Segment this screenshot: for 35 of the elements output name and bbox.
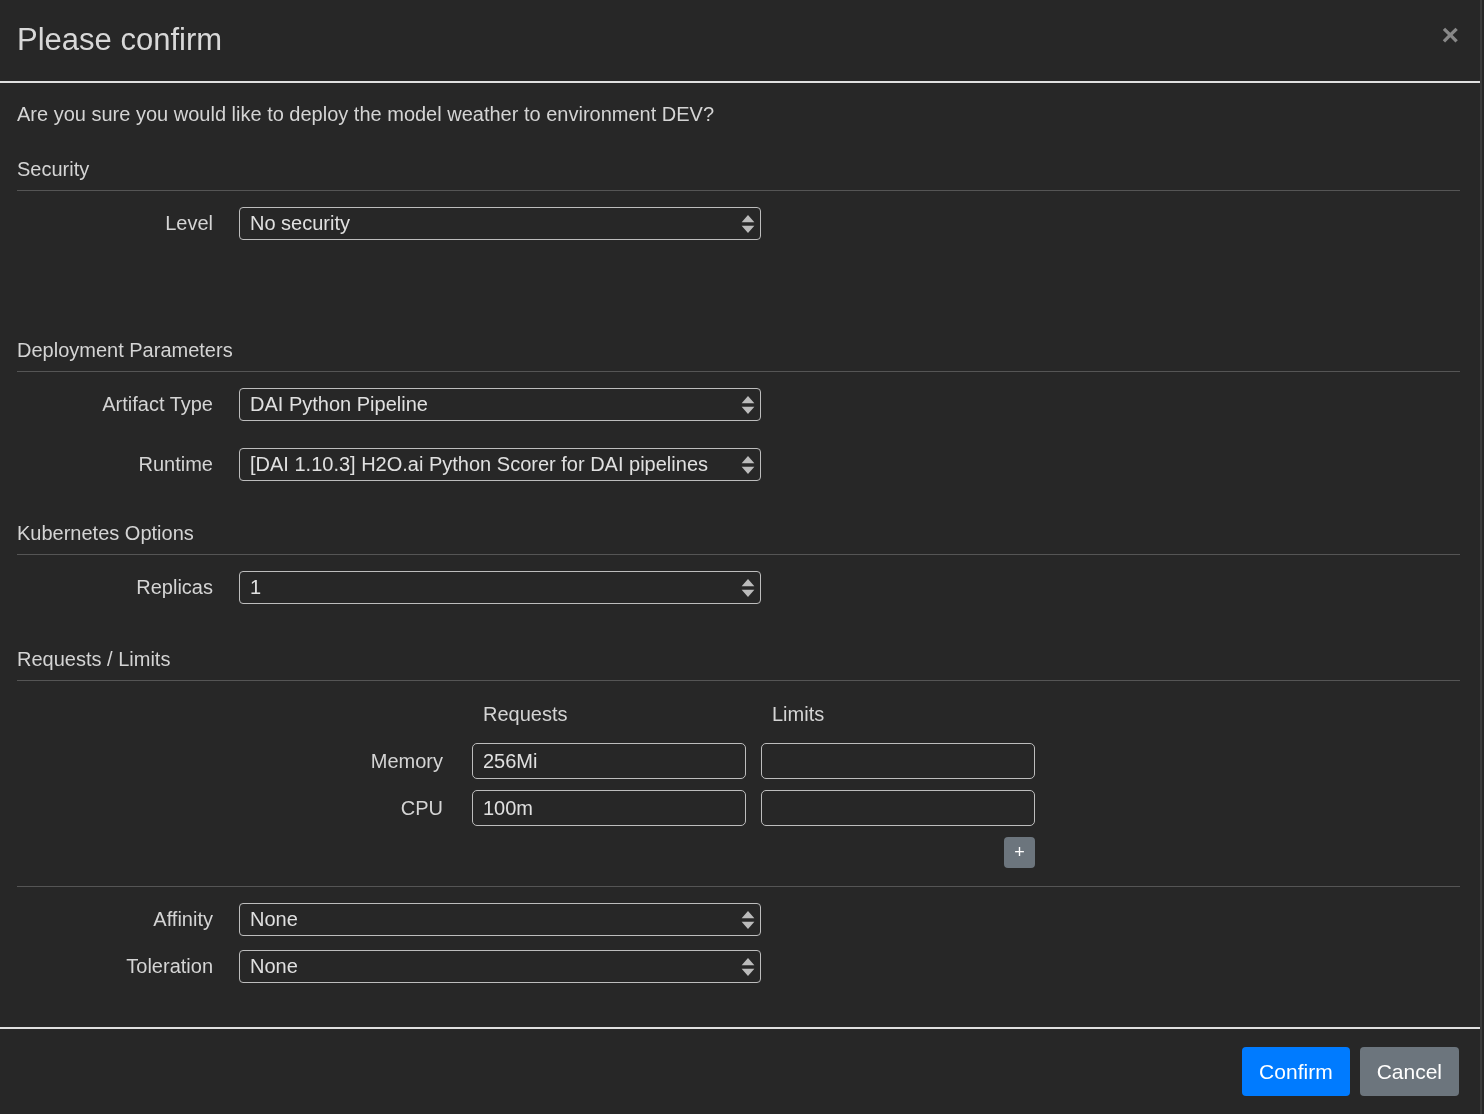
dialog-title: Please confirm (17, 21, 223, 58)
confirmation-message: Are you sure you would like to deploy the model weather to environment DEV? (17, 103, 716, 126)
select-dropdown[interactable]: No security (239, 207, 761, 240)
section-title: Requests / Limits (17, 648, 1460, 681)
requests-input[interactable]: 100m (472, 790, 746, 826)
limits-input[interactable] (761, 790, 1035, 826)
requests-input[interactable]: 256Mi (472, 743, 746, 779)
select-dropdown[interactable]: None (239, 903, 761, 936)
field-label: Memory (369, 749, 444, 773)
section-title: Security (17, 158, 1460, 191)
up-down-arrows-icon (740, 394, 756, 415)
column-heading: Limits (771, 703, 826, 727)
confirm-button[interactable]: Confirm (1242, 1047, 1350, 1096)
limits-input[interactable] (761, 743, 1035, 779)
add-button[interactable]: + (1004, 837, 1035, 868)
section-title: Kubernetes Options (17, 522, 1460, 555)
field-label: Artifact Type (101, 393, 213, 416)
up-down-arrows-icon (740, 213, 756, 234)
field-label: Affinity (152, 908, 213, 931)
up-down-arrows-icon (740, 454, 756, 475)
up-down-arrows-icon (740, 956, 756, 977)
field-label: Runtime (137, 453, 213, 476)
up-down-arrows-icon (740, 577, 756, 598)
section-title: Deployment Parameters (17, 339, 1460, 372)
select-dropdown[interactable]: 1 (239, 571, 761, 604)
select-dropdown[interactable]: DAI Python Pipeline (239, 388, 761, 421)
up-down-arrows-icon (740, 909, 756, 930)
select-dropdown[interactable]: None (239, 950, 761, 983)
field-label: Replicas (135, 576, 213, 599)
field-label: CPU (399, 796, 444, 820)
field-label: Toleration (125, 955, 213, 978)
select-dropdown[interactable]: [DAI 1.10.3] H2O.ai Python Scorer for DAI pipelines (239, 448, 761, 481)
column-heading: Requests (482, 703, 569, 727)
field-label: Level (164, 212, 213, 235)
cancel-button[interactable]: Cancel (1359, 1047, 1459, 1096)
